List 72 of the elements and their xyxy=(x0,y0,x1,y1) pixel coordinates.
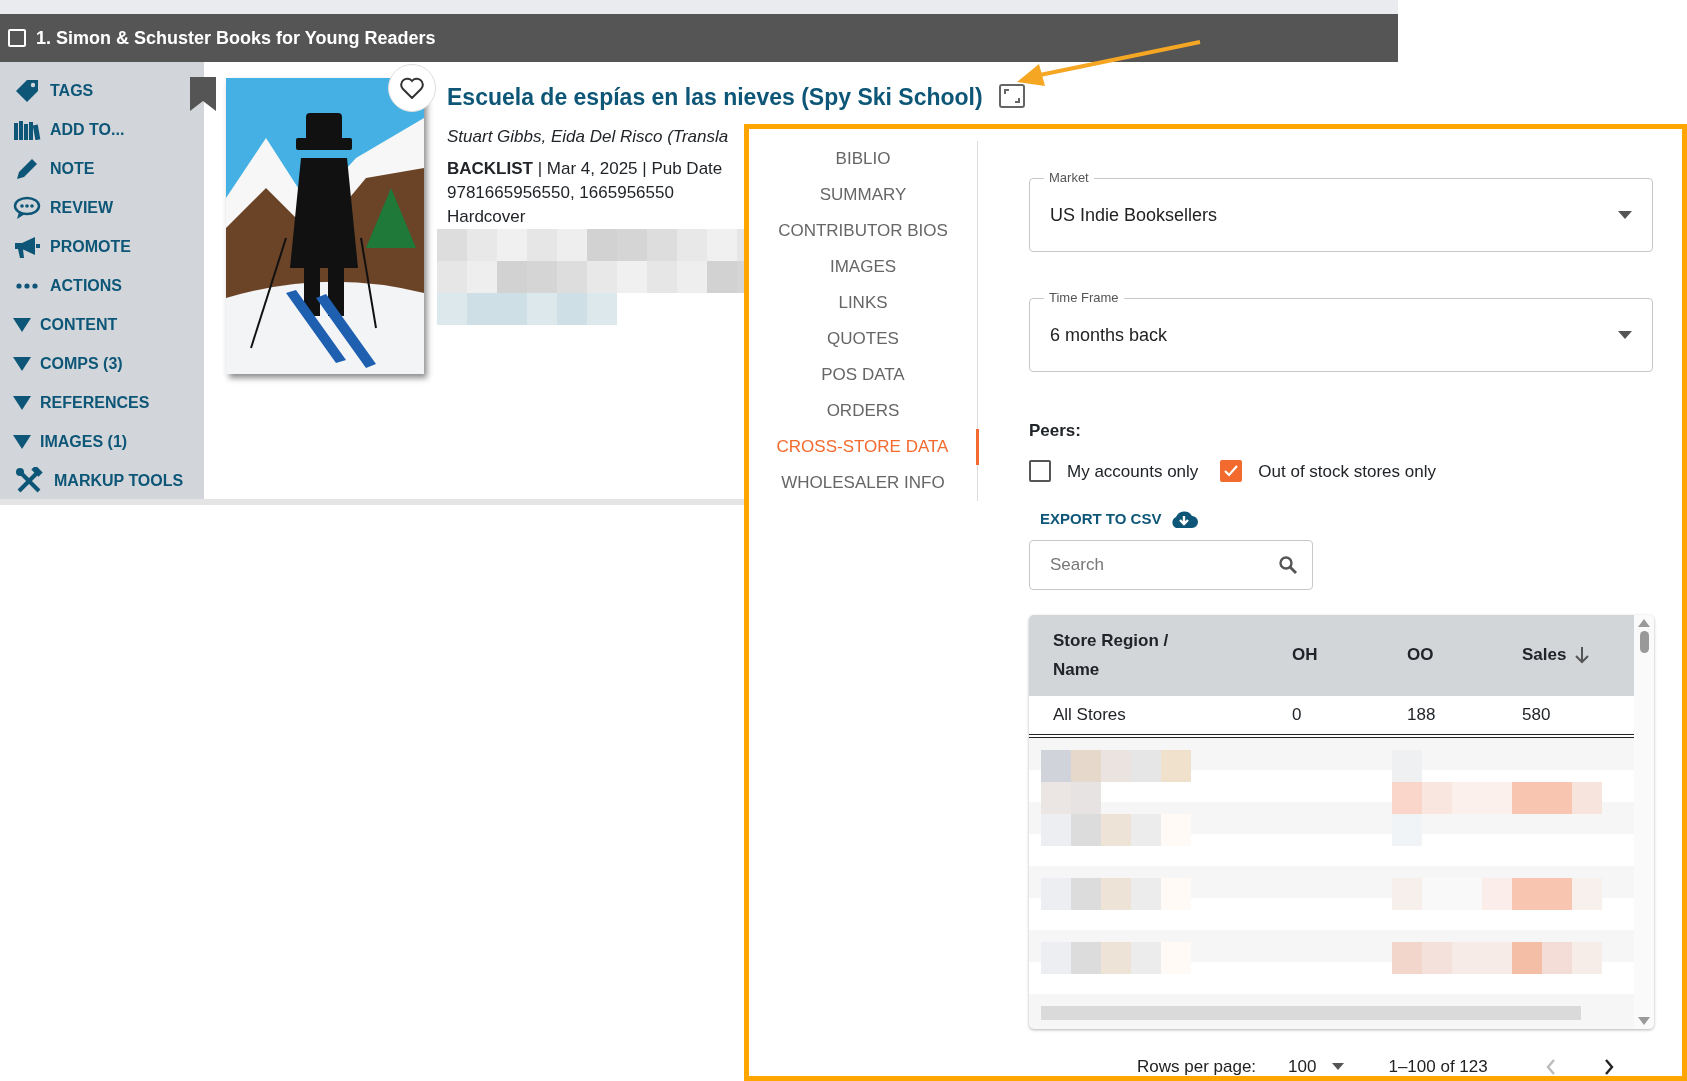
caret-icon xyxy=(1618,211,1632,219)
rows-per-page-label: Rows per page: xyxy=(1137,1055,1257,1078)
expand-icon[interactable] xyxy=(998,84,1025,109)
column-header[interactable]: OH xyxy=(1292,642,1318,668)
sidebar-link[interactable]: ADD TO... xyxy=(50,117,125,142)
megaphone-icon xyxy=(13,234,41,259)
panel-tab[interactable]: IMAGES xyxy=(749,249,977,285)
table-cell-text: 188 xyxy=(1407,703,1436,726)
sidebar-link[interactable]: PROMOTE xyxy=(50,234,131,259)
checkbox[interactable] xyxy=(1029,460,1051,483)
sidebar-link[interactable]: MARKUP TOOLS xyxy=(54,468,184,493)
sidebar-link[interactable]: ACTIONS xyxy=(50,273,122,298)
table-cell-text: 580 xyxy=(1522,703,1551,726)
section-link[interactable]: CONTENT xyxy=(40,312,118,337)
panel-tab[interactable]: WHOLESALER INFO xyxy=(749,465,977,501)
sidebar-link[interactable]: TAGS xyxy=(50,78,94,103)
panel-tab[interactable]: SUMMARY xyxy=(749,177,977,213)
record-title: 1. Simon & Schuster Books for Young Readers xyxy=(36,26,436,50)
column-header[interactable]: OO xyxy=(1407,642,1434,668)
scrollbar[interactable] xyxy=(1634,614,1654,1029)
panel-tab[interactable]: CROSS-STORE DATA xyxy=(749,429,979,465)
scroll-down-icon[interactable] xyxy=(1638,1016,1650,1025)
sidebar-link[interactable]: REVIEW xyxy=(50,195,114,220)
panel-tab[interactable]: BIBLIO xyxy=(749,141,977,177)
panel-tab[interactable]: ORDERS xyxy=(749,393,977,429)
column-header[interactable]: Store Region / Name xyxy=(1053,626,1193,684)
triangle-icon xyxy=(13,317,31,332)
panel-tab[interactable]: QUOTES xyxy=(749,321,977,357)
checkbox-label: My accounts only xyxy=(1067,460,1199,483)
scroll-thumb[interactable] xyxy=(1639,630,1649,653)
rows-per-page-select[interactable]: 100 xyxy=(1288,1053,1345,1080)
triangle-icon xyxy=(13,356,31,371)
peers-label: Peers: xyxy=(1029,420,1082,442)
column-header[interactable]: Sales xyxy=(1522,642,1591,668)
chevron-right-icon xyxy=(1603,1059,1614,1076)
sidebar-link[interactable]: NOTE xyxy=(50,156,95,181)
speech-bubble-icon xyxy=(13,195,41,220)
bookmark-icon[interactable] xyxy=(190,77,216,111)
release-info: BACKLIST | Mar 4, 2025 | Pub Date xyxy=(447,158,723,180)
panel-tab[interactable]: LINKS xyxy=(749,285,977,321)
heart-icon xyxy=(400,77,424,99)
author-line: Stuart Gibbs, Eida Del Risco (Transla xyxy=(447,125,729,148)
chevron-left-icon xyxy=(1545,1059,1556,1076)
search-icon[interactable] xyxy=(1279,555,1297,574)
table-cell-text: 0 xyxy=(1292,703,1302,726)
check-icon xyxy=(1224,465,1239,478)
caret-icon xyxy=(1332,1063,1345,1070)
triangle-icon xyxy=(13,395,31,410)
section-link[interactable]: REFERENCES xyxy=(40,390,150,415)
section-link[interactable]: COMPS (3) xyxy=(40,351,123,376)
isbn-text: 9781665956550, 1665956550 xyxy=(447,182,674,204)
caret-icon xyxy=(1618,331,1632,339)
scroll-up-icon[interactable] xyxy=(1638,618,1650,627)
search-field[interactable]: Search xyxy=(1029,539,1313,590)
more-icon xyxy=(16,282,38,289)
table-cell-text: All Stores xyxy=(1053,703,1126,726)
triangle-icon xyxy=(13,434,31,449)
checkbox[interactable] xyxy=(1220,460,1243,483)
sort-arrow-icon[interactable] xyxy=(1574,646,1591,664)
panel-tab[interactable]: POS DATA xyxy=(749,357,977,393)
export-button[interactable]: EXPORT TO CSV xyxy=(1029,508,1162,531)
checkbox-label: Out of stock stores only xyxy=(1258,460,1436,483)
pencil-icon xyxy=(15,156,39,181)
books-icon xyxy=(13,119,41,140)
page-range: 1–100 of 123 xyxy=(1388,1055,1488,1078)
tools-icon xyxy=(15,466,43,495)
favorite-button[interactable] xyxy=(388,64,436,112)
tag-icon xyxy=(14,77,40,104)
panel-tab[interactable]: CONTRIBUTOR BIOS xyxy=(749,213,977,249)
format-text: Hardcover xyxy=(447,206,526,228)
section-link[interactable]: IMAGES (1) xyxy=(40,429,128,454)
book-title[interactable]: Escuela de espías en las nieves (Spy Ski School) xyxy=(447,80,983,115)
